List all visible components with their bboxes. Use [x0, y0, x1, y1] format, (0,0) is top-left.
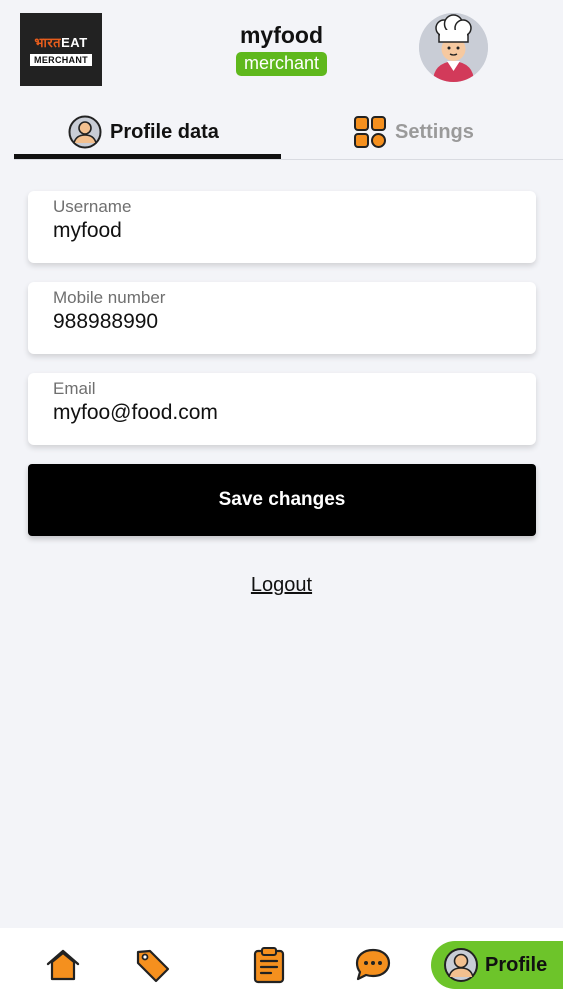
logo-text-a: भारत: [34, 35, 62, 50]
mobile-label: Mobile number: [53, 288, 166, 307]
user-circle-icon: [68, 115, 102, 149]
grid-icon: [354, 116, 386, 148]
logout-link[interactable]: Logout: [0, 574, 563, 597]
tab-settings-label: Settings: [395, 120, 474, 143]
username-input[interactable]: [53, 218, 511, 244]
mobile-input[interactable]: [53, 309, 511, 335]
user-circle-icon: [444, 948, 478, 982]
email-input[interactable]: [53, 400, 511, 426]
save-changes-button[interactable]: Save changes: [28, 464, 536, 536]
role-badge: merchant: [235, 52, 328, 76]
home-icon: [46, 949, 80, 981]
tab-profile-data[interactable]: Profile data: [68, 106, 219, 158]
username-label: Username: [53, 197, 132, 216]
nav-orders[interactable]: [250, 946, 288, 984]
nav-deals[interactable]: [134, 946, 172, 984]
bottom-nav: Profile: [0, 928, 563, 1000]
tag-icon: [136, 949, 170, 983]
nav-chat[interactable]: [354, 946, 392, 984]
nav-home[interactable]: [44, 946, 82, 984]
mobile-field[interactable]: Mobile number: [28, 282, 536, 354]
chef-avatar[interactable]: [419, 13, 488, 82]
tab-profile-label: Profile data: [110, 120, 219, 143]
chef-icon: [419, 13, 488, 82]
logo-wordmark: भारतEAT: [34, 33, 87, 51]
profile-tabs: Profile data Settings: [14, 106, 563, 160]
logo-subtitle: MERCHANT: [30, 54, 92, 66]
nav-profile-label: Profile: [485, 953, 548, 976]
chat-icon: [355, 948, 391, 981]
nav-profile[interactable]: Profile: [431, 941, 563, 989]
tab-settings[interactable]: Settings: [353, 106, 474, 158]
email-field[interactable]: Email: [28, 373, 536, 445]
logo-text-b: EAT: [61, 35, 88, 50]
email-label: Email: [53, 379, 96, 398]
username-field[interactable]: Username: [28, 191, 536, 263]
app-logo: भारतEAT MERCHANT: [20, 13, 102, 86]
clipboard-icon: [253, 947, 285, 984]
tab-divider: [14, 159, 563, 160]
